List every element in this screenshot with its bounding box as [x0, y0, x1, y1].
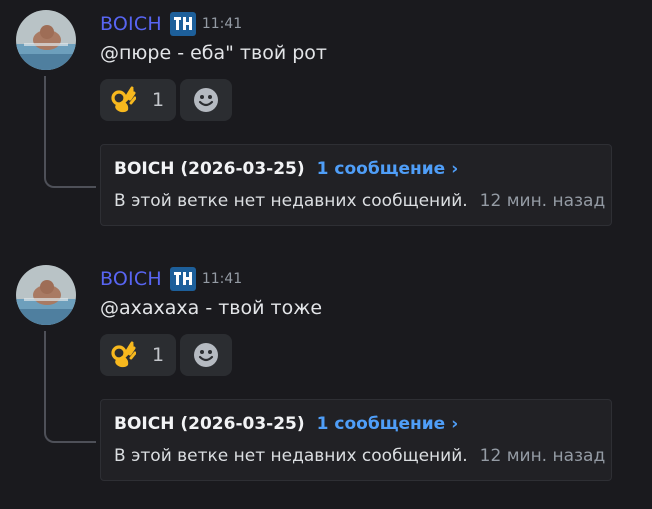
message: BOICH 11:41 @ахахаха - твой тоже 1 BOICH…	[0, 255, 652, 509]
chevron-right-icon: ›	[451, 414, 459, 434]
add-reaction-button[interactable]	[180, 79, 232, 121]
timestamp: 11:41	[201, 271, 243, 287]
username[interactable]: BOICH	[100, 13, 162, 35]
thread-count-label: 1 сообщение	[316, 159, 446, 179]
server-tag-icon[interactable]	[169, 12, 196, 36]
ok-hand-emoji-icon	[111, 86, 136, 113]
server-tag-icon[interactable]	[169, 267, 196, 291]
avatar[interactable]	[16, 10, 76, 70]
chevron-right-icon: ›	[451, 159, 459, 179]
thread-message-count-link[interactable]: 1 сообщение ›	[317, 414, 459, 434]
thread-name: BOICH (2026-03-25)	[114, 414, 305, 434]
thread-time-ago: 12 мин. назад	[479, 191, 606, 211]
thread-preview-card[interactable]: BOICH (2026-03-25) 1 сообщение › В этой в…	[100, 144, 612, 226]
thread-time-ago: 12 мин. назад	[479, 446, 606, 466]
thread-title-row: BOICH (2026-03-25) 1 сообщение ›	[114, 414, 458, 434]
thread-empty-text: В этой ветке нет недавних сообщений.	[114, 446, 468, 466]
avatar[interactable]	[16, 265, 76, 325]
ok-hand-emoji-icon	[111, 341, 136, 368]
thread-name: BOICH (2026-03-25)	[114, 159, 305, 179]
reaction-count: 1	[152, 89, 165, 111]
message-header: BOICH 11:41	[100, 265, 242, 293]
thread-empty-text: В этой ветке нет недавних сообщений.	[114, 191, 468, 211]
message-text: @ахахаха - твой тоже	[100, 297, 323, 319]
thread-body-row: В этой ветке нет недавних сообщений. 12 …	[114, 446, 605, 466]
add-reaction-smiley-icon	[194, 343, 218, 367]
reactions-bar: 1	[100, 334, 232, 376]
add-reaction-smiley-icon	[194, 88, 218, 112]
thread-count-label: 1 сообщение	[316, 414, 446, 434]
thread-connector	[44, 331, 96, 443]
thread-title-row: BOICH (2026-03-25) 1 сообщение ›	[114, 159, 458, 179]
reactions-bar: 1	[100, 79, 232, 121]
timestamp: 11:41	[201, 16, 243, 32]
thread-body-row: В этой ветке нет недавних сообщений. 12 …	[114, 191, 605, 211]
reaction-ok-hand[interactable]: 1	[100, 334, 176, 376]
username[interactable]: BOICH	[100, 268, 162, 290]
thread-message-count-link[interactable]: 1 сообщение ›	[317, 159, 459, 179]
reaction-ok-hand[interactable]: 1	[100, 79, 176, 121]
thread-connector	[44, 76, 96, 188]
message-header: BOICH 11:41	[100, 10, 242, 38]
message: BOICH 11:41 @пюре - еба" твой рот 1 BOIC…	[0, 0, 652, 254]
reaction-count: 1	[152, 344, 165, 366]
thread-preview-card[interactable]: BOICH (2026-03-25) 1 сообщение › В этой в…	[100, 399, 612, 481]
add-reaction-button[interactable]	[180, 334, 232, 376]
message-text: @пюре - еба" твой рот	[100, 42, 327, 64]
